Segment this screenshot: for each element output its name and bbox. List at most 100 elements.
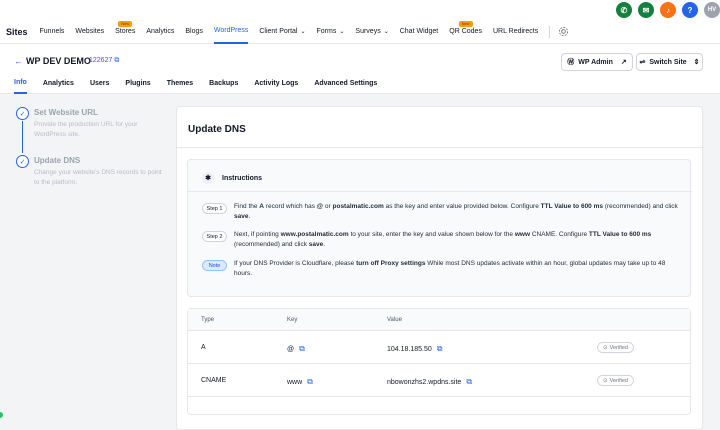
update-dns-card: Update DNS ✱ Instructions Step 1 Find th… bbox=[176, 106, 704, 430]
bell-icon[interactable]: ♪ bbox=[660, 2, 676, 18]
tab-bar: Info Analytics Users Plugins Themes Back… bbox=[0, 74, 720, 94]
check-circle-icon: ⊙ bbox=[603, 344, 608, 351]
nav-label: URL Redirects bbox=[492, 28, 539, 35]
setup-steps: ✓ Set Website URL Provide the production… bbox=[16, 107, 166, 188]
tab-plugins[interactable]: Plugins bbox=[125, 74, 150, 94]
tab-themes[interactable]: Themes bbox=[167, 74, 193, 94]
check-circle-icon: ⊙ bbox=[603, 377, 608, 384]
phone-icon[interactable]: ✆ bbox=[616, 2, 632, 18]
back-arrow-icon[interactable]: ← bbox=[14, 56, 23, 66]
step-connector bbox=[22, 121, 23, 153]
nav-wordpress[interactable]: WordPress bbox=[213, 20, 249, 44]
avatar[interactable]: HV bbox=[704, 2, 720, 18]
table-row: CNAME www ⧉ nbowonzhs2.wpdns.site ⧉ ⊙ Verif… bbox=[188, 364, 690, 397]
instruction-text: If your DNS Provider is Cloudflare, plea… bbox=[234, 260, 666, 277]
copy-icon[interactable]: ⧉ bbox=[466, 377, 472, 387]
check-icon: ✓ bbox=[16, 155, 29, 168]
tab-info[interactable]: Info bbox=[14, 74, 27, 94]
table-row: A @ ⧉ 104.18.185.50 ⧉ ⊙ Verified bbox=[188, 331, 690, 364]
record-key: @ ⧉ bbox=[287, 344, 305, 354]
nav-label: Client Portal bbox=[259, 28, 298, 35]
status-text: Verified bbox=[609, 377, 628, 384]
column-header: Value bbox=[387, 317, 402, 323]
nav-label: WordPress bbox=[213, 27, 249, 34]
nav-blogs[interactable]: Blogs bbox=[185, 20, 203, 44]
chevron-updown-icon: ⇕ bbox=[693, 59, 700, 66]
tab-analytics[interactable]: Analytics bbox=[43, 74, 74, 94]
step-update-dns[interactable]: ✓ Update DNS Change your website's DNS r… bbox=[16, 155, 166, 188]
step-title: Set Website URL bbox=[34, 108, 98, 117]
key-text: @ bbox=[287, 345, 295, 353]
wordpress-icon: Ⓦ bbox=[567, 59, 575, 66]
chevron-down-icon: ⌄ bbox=[339, 29, 345, 35]
top-icons: ✆ ✉ ♪ ? HV bbox=[616, 2, 720, 18]
wp-admin-label: WP Admin bbox=[578, 58, 613, 66]
instruction-step-1: Step 1 Find the A record which has @ or … bbox=[202, 202, 684, 222]
site-id-copy[interactable]: 122627 ⧉ bbox=[89, 57, 119, 65]
tab-activity-logs[interactable]: Activity Logs bbox=[254, 74, 298, 94]
value-text: 104.18.185.50 bbox=[387, 345, 432, 353]
nav-divider bbox=[549, 25, 551, 38]
note-pill: Note bbox=[202, 260, 227, 271]
nav-stores[interactable]: New Stores bbox=[115, 20, 135, 44]
megaphone-icon[interactable]: ✉ bbox=[638, 2, 654, 18]
instruction-step-2: Step 2 Next, if pointing www.postalmatic… bbox=[202, 230, 684, 250]
instructions-title: Instructions bbox=[222, 174, 263, 182]
swap-icon: ⇌ bbox=[639, 59, 646, 66]
nav-label: Surveys bbox=[355, 28, 381, 35]
nav-client-portal[interactable]: Client Portal ⌄ bbox=[259, 20, 305, 44]
record-type: CNAME bbox=[201, 377, 227, 384]
instruction-text: Next, if pointing www.postalmatic.com to… bbox=[234, 231, 652, 248]
nav-label: Chat Widget bbox=[399, 28, 439, 35]
switch-site-button[interactable]: ⇌ Switch Site ⇕ bbox=[636, 53, 703, 71]
column-header: Key bbox=[287, 317, 298, 323]
record-value: 104.18.185.50 ⧉ bbox=[387, 344, 442, 354]
copy-icon[interactable]: ⧉ bbox=[307, 377, 313, 387]
nav-funnels[interactable]: Funnels bbox=[40, 20, 65, 44]
table-header: Type Key Value bbox=[188, 309, 690, 331]
step-set-website-url[interactable]: ✓ Set Website URL Provide the production… bbox=[16, 107, 166, 155]
copy-icon[interactable]: ⧉ bbox=[437, 344, 443, 354]
nav-analytics[interactable]: Analytics bbox=[146, 20, 174, 44]
nav-chat-widget[interactable]: Chat Widget bbox=[400, 20, 439, 44]
nav-forms[interactable]: Forms ⌄ bbox=[317, 20, 345, 44]
chevron-down-icon: ⌄ bbox=[300, 29, 306, 35]
copy-icon[interactable]: ⧉ bbox=[299, 344, 305, 354]
divider bbox=[188, 191, 692, 192]
record-value: nbowonzhs2.wpdns.site ⧉ bbox=[387, 377, 472, 387]
check-icon: ✓ bbox=[16, 107, 29, 120]
card-title: Update DNS bbox=[188, 124, 246, 135]
nav-qr-codes[interactable]: New QR Codes bbox=[449, 20, 482, 44]
status-badge: ⊙ Verified bbox=[597, 375, 634, 386]
external-link-icon: ↗ bbox=[620, 59, 627, 66]
nav-url-redirects[interactable]: URL Redirects bbox=[493, 20, 538, 44]
nav-title: Sites bbox=[6, 26, 28, 37]
status-indicator bbox=[0, 412, 3, 418]
nav-label: Blogs bbox=[185, 28, 203, 35]
page-title: WP DEV DEMO bbox=[26, 56, 91, 66]
top-bar: ✆ ✉ ♪ ? HV bbox=[0, 0, 720, 20]
switch-site-label: Switch Site bbox=[649, 58, 687, 66]
step-title: Update DNS bbox=[34, 156, 81, 165]
nav-label: Funnels bbox=[39, 28, 65, 35]
site-id: 122627 bbox=[89, 57, 113, 64]
nav-label: QR Codes bbox=[449, 28, 482, 35]
tab-advanced-settings[interactable]: Advanced Settings bbox=[314, 74, 377, 94]
step-pill: Step 1 bbox=[202, 203, 227, 214]
nav-websites[interactable]: Websites bbox=[75, 20, 104, 44]
nav-surveys[interactable]: Surveys ⌄ bbox=[355, 20, 388, 44]
value-text: nbowonzhs2.wpdns.site bbox=[387, 378, 462, 386]
nav-label: Websites bbox=[75, 28, 105, 35]
status-badge: ⊙ Verified bbox=[597, 342, 634, 353]
divider bbox=[177, 147, 704, 148]
help-icon[interactable]: ? bbox=[682, 2, 698, 18]
gear-icon[interactable] bbox=[558, 26, 569, 37]
tab-backups[interactable]: Backups bbox=[209, 74, 238, 94]
dns-records-table: Type Key Value A @ ⧉ 104.18.185.50 ⧉ ⊙ Veri… bbox=[187, 308, 691, 415]
step-description: Provide the production URL for your Word… bbox=[34, 121, 138, 138]
nav-label: Forms bbox=[316, 28, 337, 35]
new-badge: New bbox=[118, 20, 133, 27]
new-badge: New bbox=[458, 20, 473, 27]
wp-admin-button[interactable]: Ⓦ WP Admin ↗ bbox=[561, 53, 633, 71]
tab-users[interactable]: Users bbox=[90, 74, 109, 94]
